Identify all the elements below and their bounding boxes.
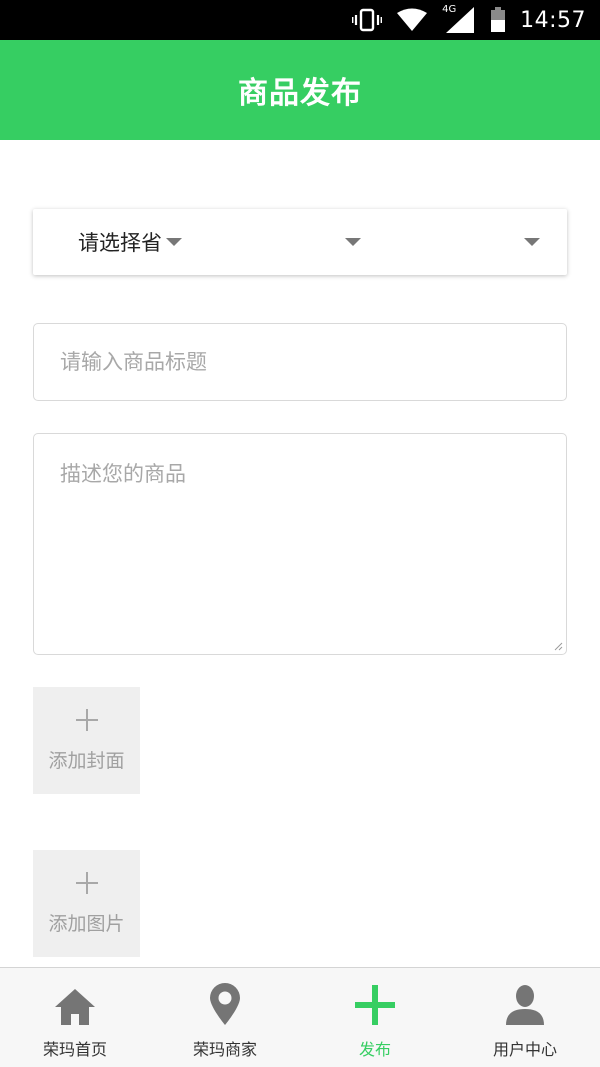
vibrate-icon bbox=[352, 8, 383, 32]
region-picker: 请选择省 bbox=[33, 209, 567, 275]
page-title: 商品发布 bbox=[238, 76, 362, 111]
nav-item-home-label: 荣玛首页 bbox=[42, 1040, 107, 1059]
signal-icon bbox=[446, 7, 475, 33]
nav-item-user-center-label: 用户中心 bbox=[492, 1040, 557, 1059]
nav-item-merchants[interactable]: 荣玛商家 bbox=[150, 968, 300, 1067]
city-select[interactable] bbox=[345, 209, 361, 275]
nav-item-home[interactable]: 荣玛首页 bbox=[0, 968, 150, 1067]
nav-item-publish-label: 发布 bbox=[358, 1040, 391, 1059]
resize-handle-icon[interactable] bbox=[553, 641, 563, 651]
province-select-label: 请选择省 bbox=[78, 231, 162, 255]
add-images-label: 添加图片 bbox=[48, 913, 125, 935]
location-pin-icon bbox=[210, 983, 240, 1025]
nav-item-user-center[interactable]: 用户中心 bbox=[450, 968, 600, 1067]
status-time: 14:57 bbox=[520, 7, 586, 33]
battery-icon bbox=[491, 7, 506, 32]
chevron-down-icon bbox=[345, 238, 361, 246]
product-description-input[interactable] bbox=[33, 433, 567, 655]
chevron-down-icon bbox=[166, 238, 182, 246]
nav-item-merchants-label: 荣玛商家 bbox=[192, 1040, 257, 1059]
nav-item-publish[interactable]: 发布 bbox=[300, 968, 450, 1067]
app-bar: 商品发布 bbox=[0, 40, 600, 140]
home-icon bbox=[55, 989, 95, 1025]
status-bar: 4G 14:57 bbox=[0, 0, 600, 40]
user-icon bbox=[506, 985, 544, 1025]
chevron-down-icon bbox=[524, 238, 540, 246]
wifi-icon bbox=[397, 8, 428, 31]
plus-icon bbox=[75, 872, 98, 894]
add-cover-button[interactable]: 添加封面 bbox=[33, 687, 140, 794]
add-images-button[interactable]: 添加图片 bbox=[33, 850, 140, 957]
plus-icon bbox=[75, 709, 98, 731]
district-select[interactable] bbox=[524, 209, 540, 275]
province-select[interactable]: 请选择省 bbox=[78, 209, 182, 275]
add-cover-label: 添加封面 bbox=[48, 750, 125, 772]
product-title-input[interactable] bbox=[33, 323, 567, 401]
cellular-signal: 4G bbox=[442, 4, 476, 34]
bottom-nav: 荣玛首页 荣玛商家 发布 用户中心 bbox=[0, 967, 600, 1067]
plus-icon bbox=[355, 985, 395, 1025]
